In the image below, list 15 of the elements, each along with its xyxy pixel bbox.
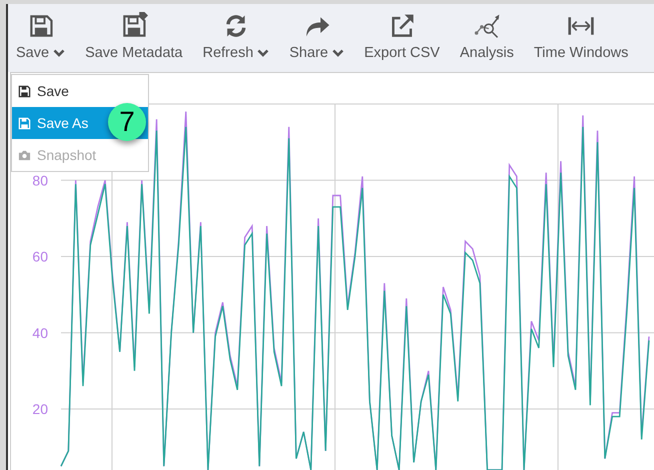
toolbar-button[interactable]: Time Windows — [530, 4, 632, 61]
floppy-icon — [18, 116, 31, 130]
toolbar-button[interactable]: Share — [285, 4, 348, 61]
camera-icon — [18, 148, 31, 162]
y-axis-label: 20 — [32, 401, 48, 417]
analysis-icon — [472, 12, 501, 40]
toolbar-button[interactable]: Analysis — [456, 4, 518, 61]
toolbar-button[interactable]: Refresh — [198, 4, 274, 61]
y-axis-label: 60 — [32, 248, 48, 264]
toolbar-button[interactable]: Export CSV — [360, 4, 444, 61]
y-axis-label: 80 — [32, 172, 48, 188]
y-axis-label: 40 — [32, 324, 48, 341]
toolbar-button[interactable]: Save Metadata — [81, 4, 187, 61]
toolbar-button[interactable]: Save — [12, 4, 70, 61]
floppy-icon — [18, 84, 31, 98]
